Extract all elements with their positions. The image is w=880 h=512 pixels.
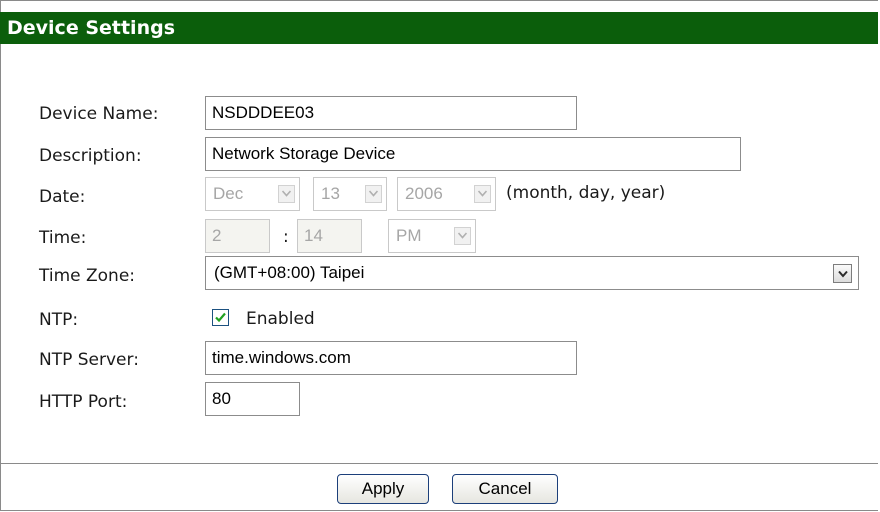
time-ampm-value: PM: [396, 226, 422, 245]
ntp-server-input[interactable]: time.windows.com: [205, 341, 577, 375]
checkmark-icon: [215, 312, 226, 323]
time-ampm-select[interactable]: PM: [388, 219, 476, 253]
date-year-select[interactable]: 2006: [397, 177, 496, 211]
time-minute-input[interactable]: 14: [297, 219, 362, 253]
description-label: Description:: [39, 146, 142, 166]
time-separator: :: [283, 227, 289, 247]
date-day-select[interactable]: 13: [313, 177, 387, 211]
chevron-down-icon: [365, 185, 382, 203]
date-day-value: 13: [321, 184, 340, 203]
time-zone-value: (GMT+08:00) Taipei: [214, 263, 365, 282]
page-title: Device Settings: [7, 17, 176, 39]
chevron-down-icon: [454, 227, 471, 245]
time-zone-label: Time Zone:: [39, 266, 136, 286]
cancel-button[interactable]: Cancel: [452, 474, 558, 504]
description-input[interactable]: Network Storage Device: [205, 137, 741, 171]
footer-divider: [0, 463, 878, 464]
time-label: Time:: [39, 228, 87, 248]
apply-button[interactable]: Apply: [337, 474, 429, 504]
date-year-value: 2006: [405, 184, 443, 203]
date-format-hint: (month, day, year): [506, 183, 666, 203]
date-month-value: Dec: [213, 184, 244, 203]
device-name-label: Device Name:: [39, 104, 159, 124]
ntp-label: NTP:: [39, 310, 79, 330]
date-label: Date:: [39, 187, 86, 207]
ntp-enabled-checkbox[interactable]: [212, 309, 229, 326]
http-port-label: HTTP Port:: [39, 392, 128, 412]
ntp-enabled-label: Enabled: [246, 309, 315, 329]
date-month-select[interactable]: Dec: [205, 177, 300, 211]
panel-header: Device Settings: [0, 12, 878, 44]
chevron-down-icon: [833, 264, 852, 283]
chevron-down-icon: [278, 185, 295, 203]
time-zone-select[interactable]: (GMT+08:00) Taipei: [205, 256, 859, 290]
ntp-server-label: NTP Server:: [39, 350, 139, 370]
device-name-input[interactable]: NSDDDEE03: [205, 96, 577, 130]
http-port-input[interactable]: 80: [205, 382, 300, 416]
chevron-down-icon: [474, 185, 491, 203]
time-hour-input[interactable]: 2: [205, 219, 270, 253]
